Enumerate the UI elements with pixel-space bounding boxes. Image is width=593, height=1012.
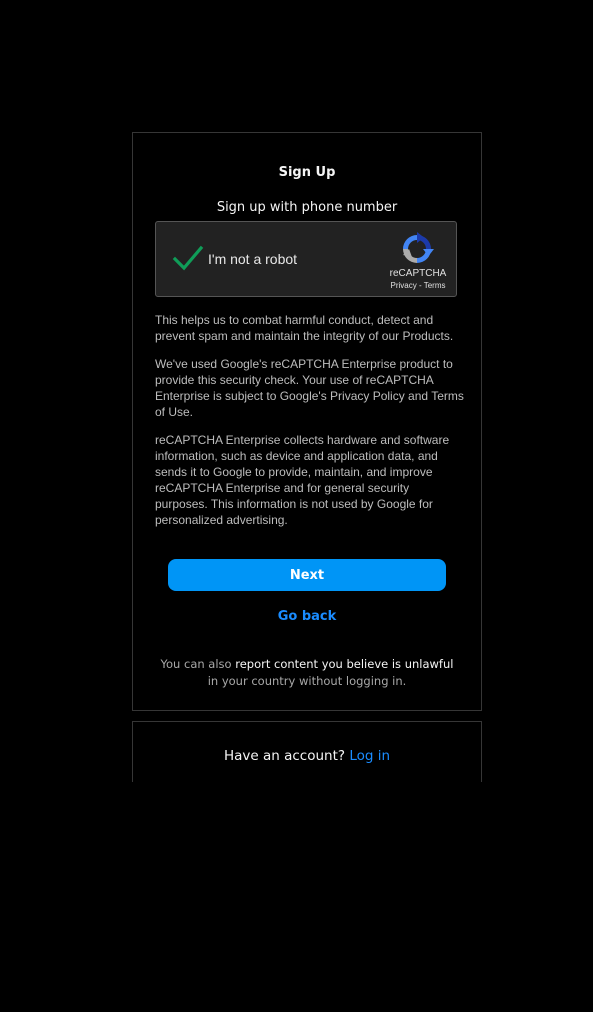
next-button[interactable]: Next (168, 559, 446, 591)
login-card: Have an account? Log in (132, 721, 482, 782)
page-subtitle: Sign up with phone number (216, 200, 398, 215)
recaptcha-brand: reCAPTCHA (389, 268, 447, 279)
have-account-text: Have an account? (223, 748, 350, 764)
recaptcha-links: Privacy - Terms (378, 281, 458, 290)
report-suffix: in your country without logging in. (207, 674, 407, 688)
page-title: Sign Up (278, 165, 336, 180)
recaptcha-link-separator: - (416, 281, 424, 290)
report-notice: You can also report content you believe … (157, 656, 457, 690)
info-paragraph-purpose: This helps us to combat harmful conduct,… (155, 313, 454, 343)
go-back-link[interactable]: Go back (133, 609, 481, 624)
recaptcha-terms-link[interactable]: Terms (424, 281, 446, 290)
signup-card: Sign Up Sign up with phone number I'm no… (132, 132, 482, 711)
recaptcha-widget: I'm not a robot reCAPTCHA Privacy - Term… (155, 221, 457, 297)
report-prefix: You can also (160, 657, 236, 671)
recaptcha-logo-icon (403, 232, 434, 263)
report-unlawful-content-link[interactable]: report content you believe is unlawful (235, 657, 453, 671)
checkmark-icon[interactable] (172, 244, 204, 272)
recaptcha-privacy-link[interactable]: Privacy (391, 281, 417, 290)
recaptcha-checkbox-label: I'm not a robot (208, 251, 298, 267)
info-paragraph-enterprise: We've used Google's reCAPTCHA Enterprise… (155, 357, 464, 419)
page: Sign Up Sign up with phone number I'm no… (0, 0, 593, 1012)
info-paragraph-data-collection: reCAPTCHA Enterprise collects hardware a… (155, 433, 450, 527)
have-account-prompt: Have an account? Log in (133, 748, 481, 764)
login-link[interactable]: Log in (349, 748, 390, 764)
